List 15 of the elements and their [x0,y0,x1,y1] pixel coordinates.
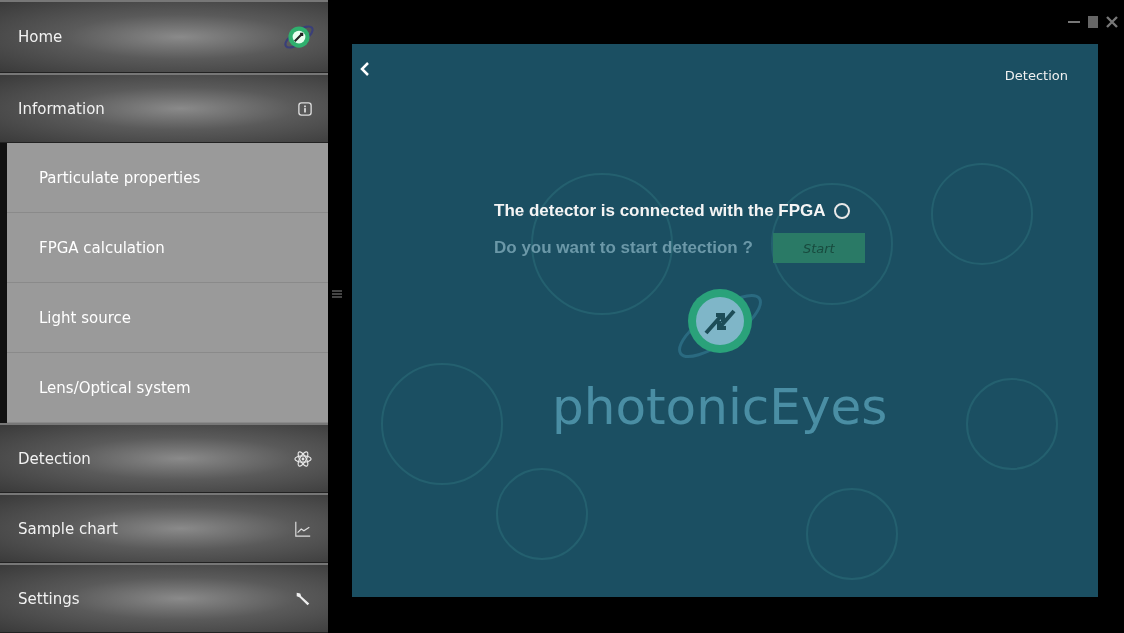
menu-item[interactable]: Sample chart [0,493,328,563]
watermark-logo-text: photonicEyes [552,378,888,436]
atom-icon [294,449,312,468]
menu-item[interactable]: Information [0,73,328,143]
drag-handle-icon[interactable] [332,290,342,298]
back-icon[interactable] [360,61,370,76]
info-icon [298,101,312,116]
menu-item[interactable]: Home [0,0,328,73]
panel-title: Detection [1004,68,1068,83]
menu-item[interactable]: Settings [0,563,328,633]
menu-item[interactable]: Detection [0,423,328,493]
line-chart-icon [294,519,312,538]
close-icon[interactable] [1106,16,1118,28]
status-text: The detector is connected with the FPGA [494,201,826,221]
prompt-text: Do you want to start detection ? [494,238,753,258]
